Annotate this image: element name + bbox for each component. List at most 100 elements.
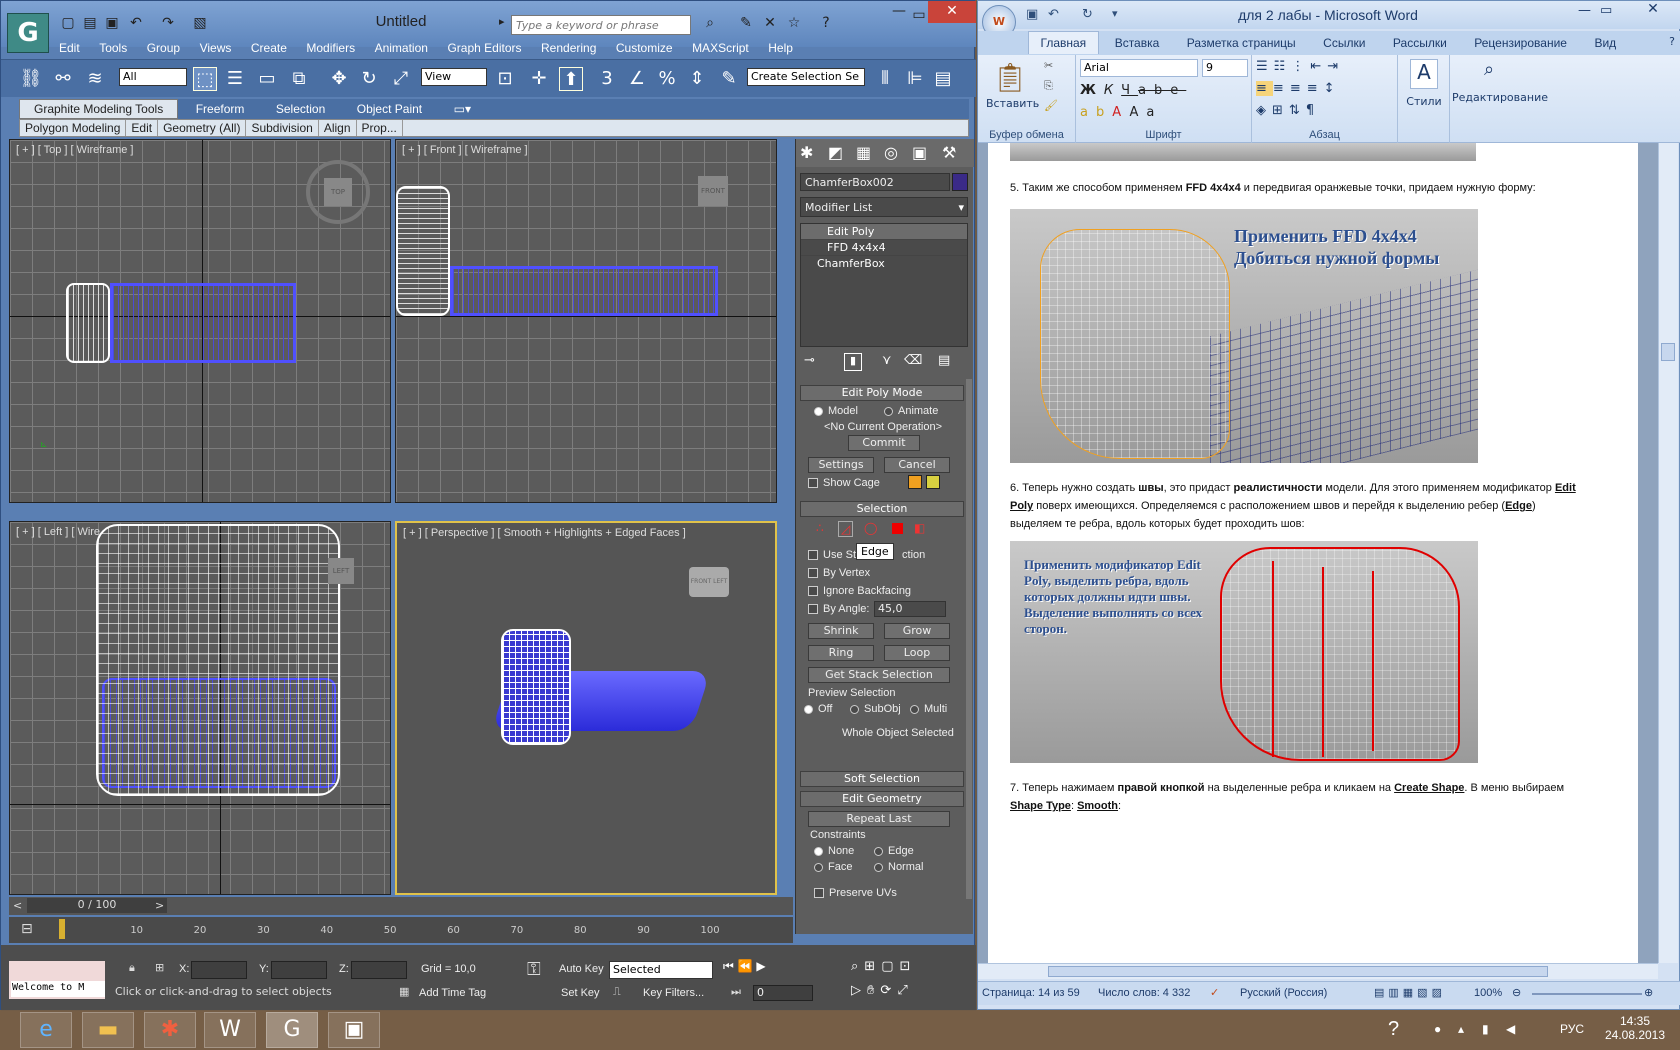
cut-icon[interactable]: ✂ xyxy=(1044,59,1053,72)
time-next-icon[interactable]: > xyxy=(155,899,164,912)
align-right-icon[interactable]: ≡ xyxy=(1290,81,1307,96)
tray-icon-2[interactable]: ▴ xyxy=(1458,1022,1464,1036)
numbering-icon[interactable]: ☷ xyxy=(1274,59,1292,74)
zoom-in-icon[interactable]: ⊕ xyxy=(1644,986,1653,999)
rollout-edit-geometry[interactable]: Edit Geometry xyxy=(800,791,964,807)
remove-modifier-icon[interactable]: ⌫ xyxy=(904,353,922,368)
clock[interactable]: 14:35 24.08.2013 xyxy=(1600,1014,1670,1042)
zoom-slider[interactable] xyxy=(1532,993,1642,995)
undo-icon[interactable]: ↶ xyxy=(127,15,145,31)
time-slider[interactable]: < 0 / 100 > xyxy=(9,897,793,915)
create-tab-icon[interactable]: ✱ xyxy=(800,143,813,162)
viewport-left-label[interactable]: [ + ] [ Left ] [ Wire xyxy=(16,526,100,538)
viewcube-left[interactable]: LEFT xyxy=(328,558,354,584)
auto-key-button[interactable]: Auto Key xyxy=(559,963,604,975)
tab-object-paint[interactable]: Object Paint xyxy=(343,100,436,118)
max-toggle-icon[interactable]: ⤢ xyxy=(897,983,913,998)
pivot-center-icon[interactable]: ⊡ xyxy=(493,67,517,91)
time-prev-icon[interactable]: < xyxy=(13,899,22,912)
mirror-icon[interactable]: ⫴ xyxy=(873,67,897,91)
show-end-result-icon[interactable]: ▮ xyxy=(844,353,862,371)
highlight-icon[interactable]: ab xyxy=(1080,105,1112,120)
panel-geometry-all[interactable]: Geometry (All) xyxy=(158,120,247,136)
borders-icon[interactable]: ⊞ xyxy=(1272,103,1289,118)
object-color-swatch[interactable] xyxy=(952,173,968,191)
modify-tab-icon[interactable]: ◩ xyxy=(828,143,843,162)
menu-create[interactable]: Create xyxy=(243,39,295,57)
rollout-edit-poly-mode[interactable]: Edit Poly Mode xyxy=(800,385,964,401)
constraint-none-radio[interactable]: None xyxy=(814,845,854,857)
lock-selection-icon[interactable]: 🔒︎ xyxy=(129,961,135,975)
line-spacing-icon[interactable]: ↕ xyxy=(1324,81,1341,96)
viewport-front[interactable]: FRONT [ + ] [ Front ] [ Wireframe ] xyxy=(395,139,777,503)
menu-modifiers[interactable]: Modifiers xyxy=(298,39,363,57)
panel-edit[interactable]: Edit xyxy=(126,120,159,136)
new-file-icon[interactable]: ▢ xyxy=(59,15,77,31)
angle-spinner[interactable]: 45,0 xyxy=(874,601,946,617)
percent-snap-icon[interactable]: % xyxy=(655,67,679,91)
ring-button[interactable]: Ring xyxy=(808,645,874,661)
panel-polygon-modeling[interactable]: Polygon Modeling xyxy=(20,120,127,136)
shading-icon[interactable]: ◈ xyxy=(1256,103,1272,118)
word-tab-mailings[interactable]: Рассылки xyxy=(1381,32,1459,54)
time-tag-icon[interactable]: ▦ xyxy=(399,985,409,998)
zoom-extents-all-icon[interactable]: ⊡ xyxy=(899,959,916,974)
viewcube[interactable]: TOP xyxy=(324,178,352,206)
preview-subobj-radio[interactable]: SubObj xyxy=(850,703,901,715)
max-app-button[interactable]: G xyxy=(7,13,49,53)
italic-icon[interactable]: К xyxy=(1104,83,1121,98)
backrest-persp[interactable] xyxy=(501,629,571,745)
make-unique-icon[interactable]: ⋎ xyxy=(882,353,892,368)
menu-help[interactable]: Help xyxy=(760,39,801,57)
font-name-select[interactable]: Arial xyxy=(1080,59,1198,77)
word-minimize-button[interactable]: — xyxy=(1578,3,1591,18)
orbit-icon[interactable]: ⟳ xyxy=(880,983,897,998)
zoom-icon[interactable]: ⌕ xyxy=(851,959,864,974)
menu-graph-editors[interactable]: Graph Editors xyxy=(439,39,529,57)
word-horizontal-scrollbar[interactable] xyxy=(978,963,1658,979)
proofing-icon[interactable]: ✓ xyxy=(1210,986,1219,999)
volume-tray-icon[interactable]: ◀ xyxy=(1506,1022,1515,1036)
set-key-icon[interactable]: ⚿ xyxy=(527,959,541,980)
pin-stack-icon[interactable]: ⊸ xyxy=(804,353,815,368)
word-redo-icon[interactable]: ↻ xyxy=(1082,7,1093,22)
redo-icon[interactable]: ↷ xyxy=(159,15,177,31)
group-editing[interactable]: ⌕ Редактирование xyxy=(1450,55,1548,143)
word-maximize-button[interactable]: ▭ xyxy=(1600,3,1612,18)
viewcube-persp[interactable]: FRONT LEFT xyxy=(689,567,729,597)
radio-animate[interactable]: Animate xyxy=(884,405,938,417)
menu-rendering[interactable]: Rendering xyxy=(533,39,604,57)
configure-sets-icon[interactable]: ▤ xyxy=(938,353,950,368)
bullets-icon[interactable]: ☰ xyxy=(1256,59,1274,74)
help-icon[interactable]: ? xyxy=(817,15,835,31)
font-size-select[interactable]: 9 xyxy=(1202,59,1248,77)
word-close-button[interactable]: ✕ xyxy=(1628,1,1678,23)
decrease-indent-icon[interactable]: ⇤ xyxy=(1310,59,1327,74)
tab-freeform[interactable]: Freeform xyxy=(182,100,259,118)
viewport-perspective-label[interactable]: [ + ] [ Perspective ] [ Smooth + Highlig… xyxy=(403,527,686,539)
backrest-left-wireframe[interactable] xyxy=(96,524,340,796)
change-case-icon[interactable]: Aa xyxy=(1129,105,1162,120)
format-painter-icon[interactable]: 🖌︎ xyxy=(1044,99,1058,112)
max-close-button[interactable]: ✕ xyxy=(928,1,976,23)
absolute-mode-icon[interactable]: ⊞ xyxy=(155,961,164,974)
panel-subdivision[interactable]: Subdivision xyxy=(246,120,319,136)
align-left-icon[interactable]: ≡ xyxy=(1256,81,1273,96)
backrest-front-wireframe[interactable] xyxy=(396,186,450,316)
word-qat-customize-icon[interactable]: ▾ xyxy=(1112,7,1118,20)
max-taskbar-icon[interactable]: G xyxy=(266,1012,318,1048)
language-indicator[interactable]: Русский (Россия) xyxy=(1240,987,1327,999)
stack-item-chamferbox[interactable]: ChamferBox xyxy=(801,256,967,272)
stack-item-edit-poly[interactable]: Edit Poly xyxy=(801,224,967,240)
show-marks-icon[interactable]: ¶ xyxy=(1306,103,1320,118)
styles-button[interactable]: Стили xyxy=(1402,95,1446,108)
rotate-icon[interactable]: ↻ xyxy=(357,67,381,91)
current-frame-field[interactable]: 0 xyxy=(753,985,813,1001)
subscription-icon[interactable]: ✎ xyxy=(737,15,755,31)
paste-icon[interactable]: 📋︎ xyxy=(988,61,1032,97)
link-icon[interactable]: ⛓ xyxy=(19,67,43,91)
word-tab-insert[interactable]: Вставка xyxy=(1103,32,1172,54)
panel-align[interactable]: Align xyxy=(319,120,357,136)
move-icon[interactable]: ✥ xyxy=(327,67,351,91)
snap-toggle-icon[interactable]: 3 xyxy=(595,67,619,91)
